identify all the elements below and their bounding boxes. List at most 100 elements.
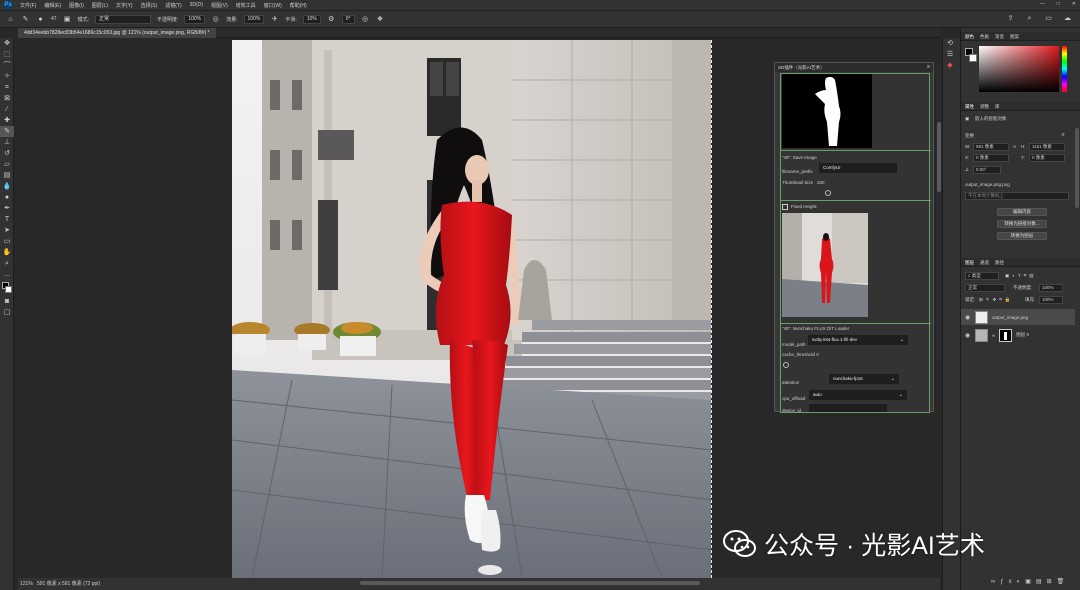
menu-type[interactable]: 文字(Y): [116, 2, 133, 9]
history-brush-tool-icon[interactable]: ↺: [0, 148, 14, 159]
thumbnail-size-value[interactable]: 200: [817, 180, 825, 185]
gradient-tool-icon[interactable]: ▤: [0, 170, 14, 181]
edit-contents-button[interactable]: 编辑内容: [997, 208, 1047, 216]
menu-3d[interactable]: 3D(D): [190, 2, 203, 8]
opacity-input[interactable]: 100%: [184, 14, 206, 24]
x-input[interactable]: 0 像素: [973, 154, 1009, 162]
tab-libraries[interactable]: 库: [995, 102, 1000, 110]
search-icon[interactable]: ⌕: [1025, 14, 1034, 23]
layer-footer-icons[interactable]: ∞ƒx◐▣▤⊞🗑: [991, 578, 1069, 585]
crop-tool-icon[interactable]: ⌗: [0, 82, 14, 93]
document-image[interactable]: [232, 40, 712, 578]
home-icon[interactable]: ⌂: [6, 15, 15, 24]
color-picker-field[interactable]: [979, 46, 1059, 92]
smooth-settings-icon[interactable]: ⚙: [327, 15, 336, 24]
menu-filter[interactable]: 滤镜(T): [165, 2, 181, 9]
screen-mode-icon[interactable]: ▢: [0, 307, 14, 318]
type-tool-icon[interactable]: T: [0, 214, 14, 225]
history-panel-icon[interactable]: ⟲: [943, 38, 957, 49]
convert-to-linked-button[interactable]: 转换为链接对象...: [997, 220, 1047, 228]
marquee-tool-icon[interactable]: ⬚: [0, 49, 14, 60]
width-input[interactable]: 591 像素: [973, 143, 1009, 151]
pressure-opacity-icon[interactable]: ◎: [211, 15, 220, 24]
menu-help[interactable]: 帮助(H): [290, 2, 307, 9]
flow-input[interactable]: 100%: [243, 14, 265, 24]
cloud-share-icon[interactable]: ☁: [1063, 14, 1072, 23]
visibility-eye-icon[interactable]: ◉: [965, 314, 971, 321]
tab-channels[interactable]: 通道: [980, 258, 989, 266]
eraser-tool-icon[interactable]: ▱: [0, 159, 14, 170]
tab-layers[interactable]: 图层: [965, 258, 974, 266]
menu-layer[interactable]: 图层(L): [92, 2, 108, 9]
workspace-icon[interactable]: ▭: [1044, 14, 1053, 23]
properties-scrollbar[interactable]: [1075, 128, 1079, 208]
healing-brush-tool-icon[interactable]: ✚: [0, 115, 14, 126]
horizontal-scrollbar[interactable]: [360, 581, 700, 585]
brush-settings-icon[interactable]: ▣: [63, 15, 72, 24]
convert-to-layers-button[interactable]: 转换为图层: [997, 232, 1047, 240]
cpu-offload-select[interactable]: auto ⌄: [809, 390, 907, 400]
color-swatches-icon[interactable]: [0, 280, 14, 296]
document-info[interactable]: 591 像素 x 591 像素 (72 ppi): [37, 581, 100, 587]
smooth-input[interactable]: 10%: [302, 14, 321, 24]
document-tab[interactable]: 4dd34eebb7828ec83b54e1686c15c053.jpg @ 1…: [18, 28, 216, 38]
brush-tool-icon[interactable]: ✎: [21, 15, 30, 24]
pressure-size-icon[interactable]: ◎: [361, 15, 370, 24]
menu-plugins[interactable]: 增效工具: [236, 2, 256, 9]
hue-slider[interactable]: [1062, 46, 1067, 92]
menu-edit[interactable]: 编辑(E): [44, 2, 61, 9]
maximize-button[interactable]: □: [1057, 1, 1060, 7]
properties-panel-icon[interactable]: ☰: [943, 49, 957, 60]
layer-name[interactable]: output_image.png: [992, 315, 1028, 320]
scroll-thumb[interactable]: [937, 122, 941, 192]
model-path-select[interactable]: svdq-int4-flux.1-fill-dev ⌄: [808, 335, 908, 345]
y-input[interactable]: 0 像素: [1029, 154, 1065, 162]
brush-preset-icon[interactable]: ●: [36, 15, 45, 24]
dodge-tool-icon[interactable]: ●: [0, 192, 14, 203]
attention-select[interactable]: nunchaku-fp16 ⌄: [829, 374, 899, 384]
tab-paths[interactable]: 路径: [995, 258, 1004, 266]
layer-row[interactable]: ◉ ∞ 图层 0: [961, 327, 1075, 343]
radio-circle-icon[interactable]: [825, 190, 831, 196]
menu-view[interactable]: 视图(V): [211, 2, 228, 9]
layer-row[interactable]: ◉ output_image.png: [961, 309, 1075, 325]
share-icon[interactable]: ⇪: [1006, 14, 1015, 23]
tab-gradients[interactable]: 渐变: [995, 32, 1004, 40]
angle-input[interactable]: 0.00°: [973, 166, 1001, 174]
zoom-tool-icon[interactable]: ⌕: [0, 258, 14, 269]
tab-adjustments[interactable]: 调整: [980, 102, 989, 110]
device-id-input[interactable]: [809, 404, 887, 412]
minimize-button[interactable]: —: [1040, 1, 1045, 7]
hand-tool-icon[interactable]: ✋: [0, 247, 14, 258]
layer-opacity-input[interactable]: 100%: [1039, 284, 1063, 292]
background-color-swatch[interactable]: [969, 54, 977, 62]
eyedropper-tool-icon[interactable]: ⁄: [0, 104, 14, 115]
menu-window[interactable]: 窗口(W): [264, 2, 282, 9]
fill-input[interactable]: 100%: [1039, 296, 1063, 304]
frame-tool-icon[interactable]: ⊠: [0, 93, 14, 104]
symmetry-icon[interactable]: ❖: [376, 15, 385, 24]
menu-select[interactable]: 选择(S): [141, 2, 158, 9]
pen-tool-icon[interactable]: ✒: [0, 203, 14, 214]
lock-icons[interactable]: ⊞✎✥⌗🔒: [979, 297, 1013, 303]
layer-filter-select[interactable]: ⌕ 类型: [965, 272, 999, 280]
move-tool-icon[interactable]: ✥: [0, 38, 14, 49]
layer-name[interactable]: 图层 0: [1016, 332, 1029, 338]
tab-patterns[interactable]: 图案: [1010, 32, 1019, 40]
fixed-height-checkbox[interactable]: [782, 204, 788, 210]
mode-select[interactable]: 正常: [94, 14, 151, 24]
blur-tool-icon[interactable]: 💧: [0, 181, 14, 192]
tab-swatches[interactable]: 色板: [980, 32, 989, 40]
zoom-level[interactable]: 121%: [20, 581, 33, 587]
more-tools-icon[interactable]: …: [0, 269, 14, 280]
quick-mask-icon[interactable]: ◙: [0, 296, 14, 307]
link-icon[interactable]: ∞: [1013, 144, 1016, 149]
quick-select-tool-icon[interactable]: ✧: [0, 71, 14, 82]
menu-file[interactable]: 文件(F): [20, 2, 36, 9]
close-button[interactable]: ✕: [1072, 1, 1076, 7]
visibility-eye-icon[interactable]: ◉: [965, 332, 971, 339]
panel-menu-icon[interactable]: ≡: [927, 63, 930, 72]
clone-stamp-tool-icon[interactable]: ⊥: [0, 137, 14, 148]
path-select-tool-icon[interactable]: ➤: [0, 225, 14, 236]
height-input[interactable]: 1161 像素: [1029, 143, 1065, 151]
